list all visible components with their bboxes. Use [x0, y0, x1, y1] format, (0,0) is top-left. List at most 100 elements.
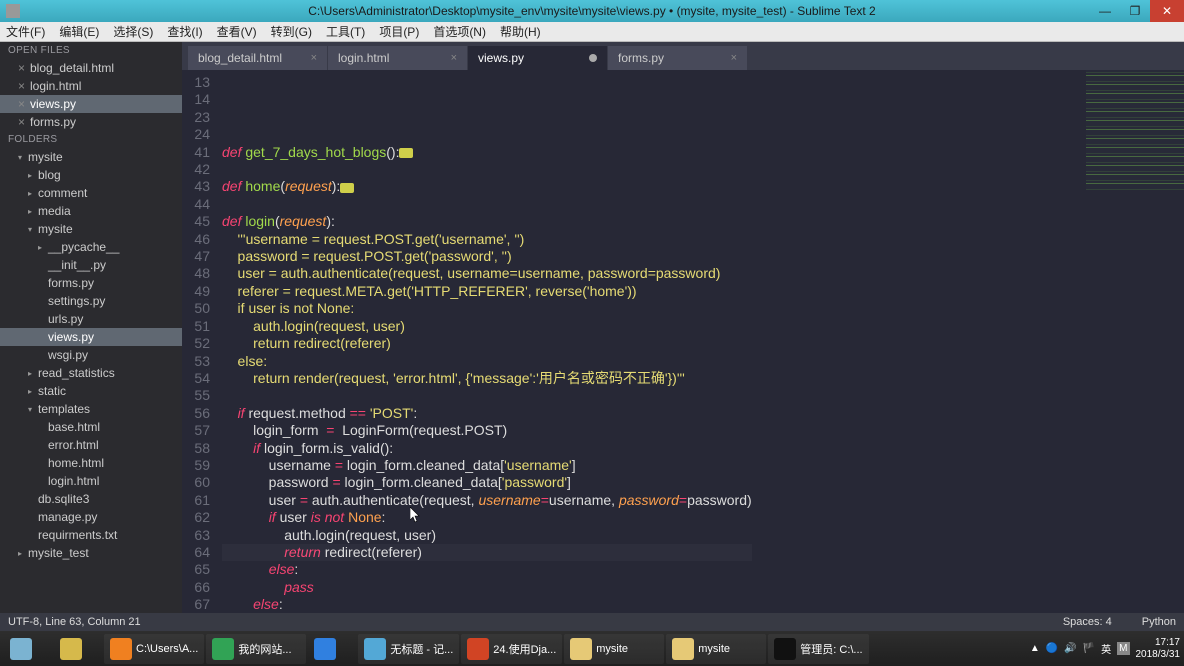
- maximize-button[interactable]: ❐: [1120, 0, 1150, 22]
- code-line[interactable]: user = auth.authenticate(request, userna…: [222, 492, 752, 509]
- editor-tab[interactable]: login.html×: [328, 46, 468, 70]
- taskbar-item[interactable]: [4, 634, 52, 664]
- folder-item[interactable]: ▸ comment: [0, 184, 182, 202]
- code-area[interactable]: 1314232441424344454647484950515253545556…: [182, 70, 1184, 613]
- close-button[interactable]: ✕: [1150, 0, 1184, 22]
- code-line[interactable]: if user is not None:: [222, 300, 752, 317]
- tray-icon[interactable]: 英: [1101, 641, 1111, 656]
- tray-icon[interactable]: ▲: [1030, 643, 1040, 654]
- code-line[interactable]: def home(request):: [222, 178, 752, 195]
- taskbar-item[interactable]: 我的网站...: [206, 634, 306, 664]
- folder-item[interactable]: ▾ templates: [0, 400, 182, 418]
- code-line[interactable]: if user is not None:: [222, 509, 752, 526]
- status-lang[interactable]: Python: [1142, 616, 1176, 628]
- menu-edit[interactable]: 编辑(E): [59, 23, 99, 40]
- code-line[interactable]: auth.login(request, user): [222, 527, 752, 544]
- folder-item[interactable]: ▸ blog: [0, 166, 182, 184]
- menu-find[interactable]: 查找(I): [167, 23, 202, 40]
- code-line[interactable]: [222, 387, 752, 404]
- minimap[interactable]: [1086, 70, 1184, 190]
- folder-item[interactable]: db.sqlite3: [0, 490, 182, 508]
- folder-item[interactable]: urls.py: [0, 310, 182, 328]
- taskbar-item[interactable]: [308, 634, 356, 664]
- system-tray[interactable]: ▲ 🔵 🔊 🏴 英 M 17:172018/3/31: [1030, 637, 1180, 661]
- status-left[interactable]: UTF-8, Line 63, Column 21: [8, 616, 141, 628]
- code-line[interactable]: else:: [222, 561, 752, 578]
- menu-select[interactable]: 选择(S): [113, 23, 153, 40]
- code-line[interactable]: if login_form.is_valid():: [222, 440, 752, 457]
- folder-item[interactable]: wsgi.py: [0, 346, 182, 364]
- code-line[interactable]: referer = request.META.get('HTTP_REFERER…: [222, 283, 752, 300]
- folder-item[interactable]: manage.py: [0, 508, 182, 526]
- tray-icon[interactable]: 🏴: [1083, 643, 1095, 654]
- code-line[interactable]: return redirect(referer): [222, 335, 752, 352]
- menu-help[interactable]: 帮助(H): [500, 23, 541, 40]
- open-file-item[interactable]: × blog_detail.html: [0, 59, 182, 77]
- taskbar-item[interactable]: 管理员: C:\...: [768, 634, 868, 664]
- folder-item[interactable]: ▾ mysite: [0, 220, 182, 238]
- close-tab-icon[interactable]: ×: [731, 52, 737, 64]
- folder-item[interactable]: forms.py: [0, 274, 182, 292]
- code-line[interactable]: [222, 126, 752, 143]
- code-line[interactable]: user = auth.authenticate(request, userna…: [222, 265, 752, 282]
- open-file-item[interactable]: × views.py: [0, 95, 182, 113]
- folder-item[interactable]: views.py: [0, 328, 182, 346]
- folder-item[interactable]: ▸ media: [0, 202, 182, 220]
- code-line[interactable]: def login(request):: [222, 213, 752, 230]
- folder-item[interactable]: base.html: [0, 418, 182, 436]
- menu-prefs[interactable]: 首选项(N): [433, 23, 486, 40]
- folder-item[interactable]: login.html: [0, 472, 182, 490]
- tray-icon[interactable]: 🔵: [1046, 643, 1058, 654]
- folder-item[interactable]: ▸ static: [0, 382, 182, 400]
- tray-icon[interactable]: 🔊: [1064, 643, 1076, 654]
- taskbar-item[interactable]: 24.使用Dja...: [461, 634, 562, 664]
- taskbar-item[interactable]: C:\Users\A...: [104, 634, 204, 664]
- folder-item[interactable]: ▾ mysite: [0, 148, 182, 166]
- taskbar-item[interactable]: mysite: [564, 634, 664, 664]
- folder-item[interactable]: requirments.txt: [0, 526, 182, 544]
- folder-item[interactable]: ▸ __pycache__: [0, 238, 182, 256]
- code-line[interactable]: def get_7_days_hot_blogs():: [222, 144, 752, 161]
- folder-item[interactable]: ▸ mysite_test: [0, 544, 182, 562]
- folder-item[interactable]: settings.py: [0, 292, 182, 310]
- code-line[interactable]: login_form = LoginForm(request.POST): [222, 422, 752, 439]
- code-line[interactable]: pass: [222, 579, 752, 596]
- menu-view[interactable]: 查看(V): [217, 23, 257, 40]
- menu-project[interactable]: 项目(P): [379, 23, 419, 40]
- code-line[interactable]: else:: [222, 596, 752, 613]
- taskbar-item[interactable]: [54, 634, 102, 664]
- close-tab-icon[interactable]: ×: [451, 52, 457, 64]
- code-body[interactable]: def get_7_days_hot_blogs(): def home(req…: [222, 70, 752, 613]
- code-line[interactable]: [222, 196, 752, 213]
- clock[interactable]: 17:172018/3/31: [1136, 637, 1181, 661]
- code-line[interactable]: if request.method == 'POST':: [222, 405, 752, 422]
- close-tab-icon[interactable]: ×: [311, 52, 317, 64]
- code-line[interactable]: password = request.POST.get('password', …: [222, 248, 752, 265]
- current-line-highlight: [222, 544, 752, 561]
- tray-icon[interactable]: M: [1117, 642, 1129, 655]
- minimize-button[interactable]: —: [1090, 0, 1120, 22]
- editor-tab[interactable]: forms.py×: [608, 46, 748, 70]
- code-line[interactable]: password = login_form.cleaned_data['pass…: [222, 474, 752, 491]
- code-line[interactable]: else:: [222, 353, 752, 370]
- menu-tools[interactable]: 工具(T): [326, 23, 365, 40]
- folder-item[interactable]: ▸ read_statistics: [0, 364, 182, 382]
- code-line[interactable]: [222, 161, 752, 178]
- folder-item[interactable]: home.html: [0, 454, 182, 472]
- taskbar-item[interactable]: 无标题 - 记...: [358, 634, 459, 664]
- window-title: C:\Users\Administrator\Desktop\mysite_en…: [308, 4, 875, 18]
- editor-tab[interactable]: blog_detail.html×: [188, 46, 328, 70]
- code-line[interactable]: auth.login(request, user): [222, 318, 752, 335]
- code-line[interactable]: return render(request, 'error.html', {'m…: [222, 370, 752, 387]
- open-file-item[interactable]: × forms.py: [0, 113, 182, 131]
- folder-item[interactable]: __init__.py: [0, 256, 182, 274]
- menu-file[interactable]: 文件(F): [6, 23, 45, 40]
- taskbar-item[interactable]: mysite: [666, 634, 766, 664]
- editor-tab[interactable]: views.py: [468, 46, 608, 70]
- status-spaces[interactable]: Spaces: 4: [1063, 616, 1112, 628]
- code-line[interactable]: '''username = request.POST.get('username…: [222, 231, 752, 248]
- folder-item[interactable]: error.html: [0, 436, 182, 454]
- menu-goto[interactable]: 转到(G): [271, 23, 312, 40]
- code-line[interactable]: username = login_form.cleaned_data['user…: [222, 457, 752, 474]
- open-file-item[interactable]: × login.html: [0, 77, 182, 95]
